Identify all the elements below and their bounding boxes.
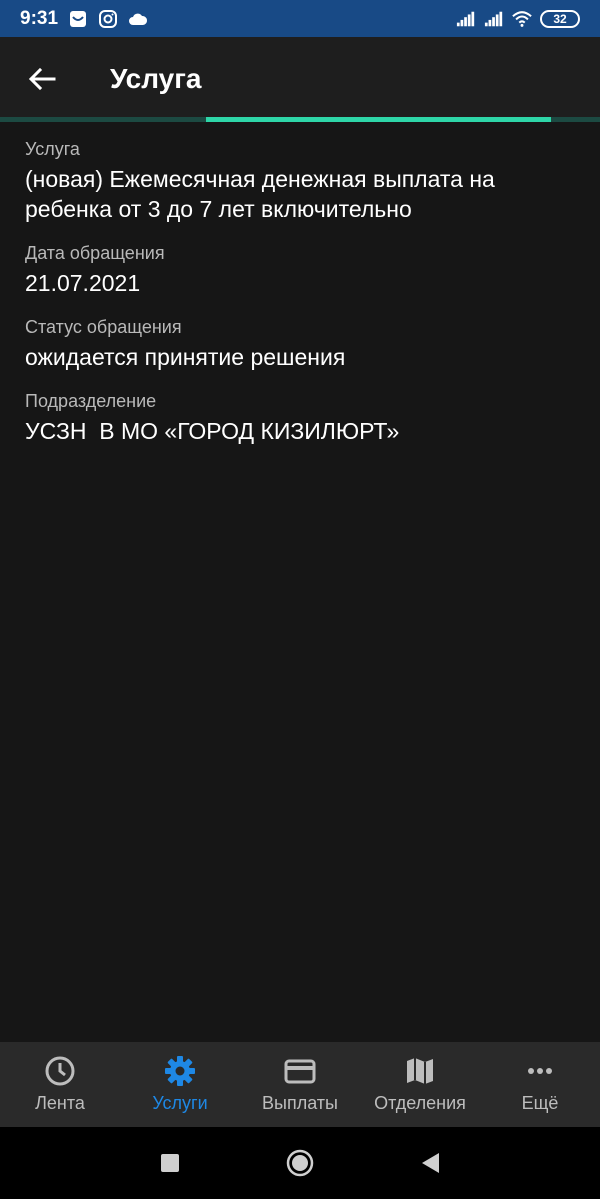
nav-item-more[interactable]: Ещё bbox=[480, 1042, 600, 1127]
arrow-left-icon bbox=[28, 67, 56, 91]
field-value: ожидается принятие решения bbox=[25, 344, 346, 370]
status-left: 9:31 bbox=[20, 8, 148, 30]
nav-item-departments[interactable]: Отделения bbox=[360, 1042, 480, 1127]
nav-label: Лента bbox=[35, 1093, 85, 1113]
details-content: Услуга (новая) Ежемесячная денежная выпл… bbox=[25, 138, 575, 464]
clock-icon bbox=[44, 1055, 76, 1087]
cloud-icon bbox=[128, 9, 148, 29]
field-value: (новая) Ежемесячная денежная выплата на … bbox=[25, 166, 502, 222]
recents-button[interactable] bbox=[150, 1143, 190, 1183]
wifi-icon bbox=[512, 9, 532, 29]
progress-bar bbox=[0, 117, 600, 122]
status-time: 9:31 bbox=[20, 7, 59, 29]
instagram-icon bbox=[98, 9, 118, 29]
back-nav-button[interactable] bbox=[410, 1143, 450, 1183]
signal-icon bbox=[456, 9, 476, 29]
progress-indicator bbox=[206, 117, 551, 122]
system-nav-bar bbox=[0, 1127, 600, 1199]
nav-item-feed[interactable]: Лента bbox=[0, 1042, 120, 1127]
field-service: Услуга (новая) Ежемесячная денежная выпл… bbox=[25, 138, 575, 224]
back-icon bbox=[422, 1153, 439, 1173]
field-label: Услуга bbox=[25, 139, 80, 159]
home-icon bbox=[286, 1149, 314, 1177]
notification-icon bbox=[68, 9, 88, 29]
app-bar: Услуга bbox=[0, 37, 600, 117]
nav-label: Ещё bbox=[521, 1093, 559, 1113]
nav-item-services[interactable]: Услуги bbox=[120, 1042, 240, 1127]
field-request-status: Статус обращения ожидается принятие реше… bbox=[25, 316, 575, 372]
field-department: Подразделение УСЗН В МО «ГОРОД КИЗИЛЮРТ» bbox=[25, 390, 575, 446]
field-label: Подразделение bbox=[25, 391, 157, 411]
status-right: 32 bbox=[456, 9, 580, 29]
field-label: Дата обращения bbox=[25, 243, 165, 263]
field-label: Статус обращения bbox=[25, 317, 182, 337]
card-icon bbox=[284, 1055, 316, 1087]
gear-icon bbox=[164, 1055, 196, 1087]
nav-item-payments[interactable]: Выплаты bbox=[240, 1042, 360, 1127]
page-title: Услуга bbox=[110, 63, 202, 94]
nav-label: Услуги bbox=[152, 1093, 208, 1113]
recents-icon bbox=[161, 1154, 179, 1172]
field-request-date: Дата обращения 21.07.2021 bbox=[25, 242, 575, 298]
field-value: УСЗН В МО «ГОРОД КИЗИЛЮРТ» bbox=[25, 418, 400, 444]
bottom-nav: Лента Услуги Выплаты Отделения Ещё bbox=[0, 1042, 600, 1127]
field-value: 21.07.2021 bbox=[25, 270, 141, 296]
signal-icon-2 bbox=[484, 9, 504, 29]
map-icon bbox=[404, 1055, 436, 1087]
battery-icon: 32 bbox=[540, 9, 580, 28]
more-icon bbox=[524, 1055, 556, 1087]
status-bar: 9:31 32 bbox=[0, 0, 600, 37]
nav-label: Выплаты bbox=[262, 1093, 338, 1113]
nav-label: Отделения bbox=[374, 1093, 466, 1113]
home-button[interactable] bbox=[280, 1143, 320, 1183]
back-button[interactable] bbox=[20, 57, 64, 101]
